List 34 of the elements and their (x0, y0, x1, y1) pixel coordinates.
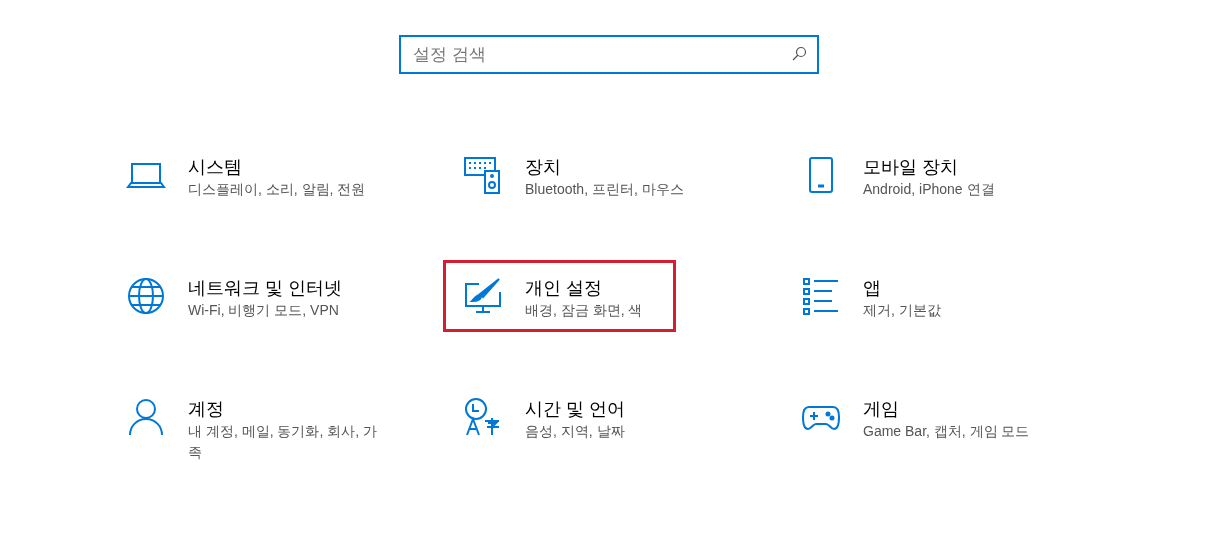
settings-category[interactable]: 모바일 장치 Android, iPhone 연결 (781, 139, 1014, 211)
category-description: Wi-Fi, 비행기 모드, VPN (188, 301, 340, 320)
monitor-brush-icon (463, 276, 503, 316)
category-description: Bluetooth, 프린터, 마우스 (525, 180, 684, 199)
globe-icon (126, 276, 166, 316)
category-description: 내 계정, 메일, 동기화, 회사, 가족 (188, 422, 378, 462)
settings-category[interactable]: 시간 및 언어 음성, 지역, 날짜 (443, 381, 676, 470)
settings-category[interactable]: 앱 제거, 기본값 (781, 260, 1014, 332)
search-icon (791, 46, 807, 62)
category-description: 배경, 잠금 화면, 색 (525, 301, 643, 320)
settings-category[interactable]: 네트워크 및 인터넷 Wi-Fi, 비행기 모드, VPN (106, 260, 353, 332)
category-title: 게임 (863, 398, 900, 421)
category-title: 장치 (525, 156, 562, 179)
keyboard-speaker-icon (463, 155, 503, 195)
settings-category[interactable]: 게임 Game Bar, 캡처, 게임 모드 (781, 381, 1041, 470)
category-title: 시간 및 언어 (525, 398, 625, 421)
settings-category[interactable]: 장치 Bluetooth, 프린터, 마우스 (443, 139, 695, 211)
category-description: Game Bar, 캡처, 게임 모드 (863, 422, 1030, 441)
search-field[interactable]: 설정 검색 (399, 35, 819, 74)
category-title: 계정 (188, 398, 225, 421)
list-icon (801, 276, 841, 316)
category-description: 음성, 지역, 날짜 (525, 422, 625, 441)
category-description: Android, iPhone 연결 (863, 180, 995, 199)
category-title: 개인 설정 (525, 277, 603, 300)
category-title: 모바일 장치 (863, 156, 959, 179)
category-title: 네트워크 및 인터넷 (188, 277, 342, 300)
category-title: 시스템 (188, 156, 243, 179)
category-title: 앱 (863, 277, 882, 300)
settings-category[interactable]: 계정 내 계정, 메일, 동기화, 회사, 가족 (106, 381, 389, 470)
person-icon (126, 397, 166, 437)
settings-category[interactable]: 개인 설정 배경, 잠금 화면, 색 (443, 260, 676, 332)
category-description: 디스플레이, 소리, 알림, 전원 (188, 180, 366, 199)
settings-category[interactable]: 시스템 디스플레이, 소리, 알림, 전원 (106, 139, 377, 211)
category-description: 제거, 기본값 (863, 301, 941, 320)
